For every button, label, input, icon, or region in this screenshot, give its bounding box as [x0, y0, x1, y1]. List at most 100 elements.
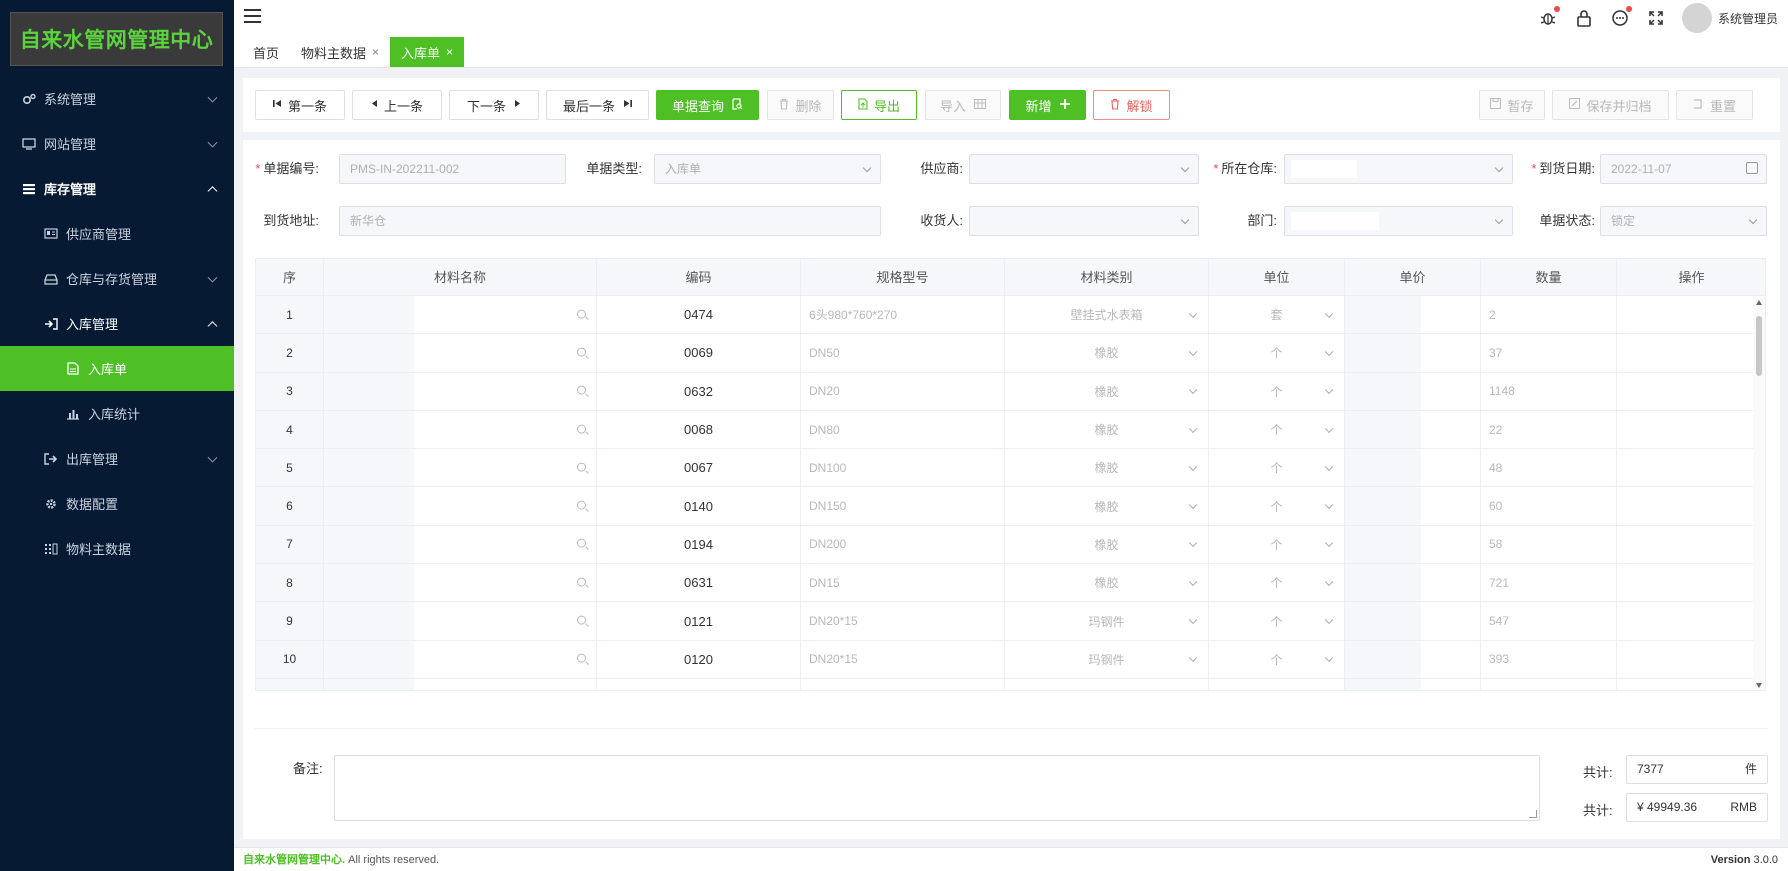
- doc-type-select[interactable]: 入库单: [654, 154, 881, 184]
- export-button[interactable]: 导出: [841, 90, 917, 120]
- import-button[interactable]: 导入: [925, 90, 1001, 120]
- resize-handle-icon[interactable]: [1529, 810, 1537, 818]
- cell-unit[interactable]: 个: [1209, 564, 1345, 602]
- cell-material-name[interactable]: [324, 678, 597, 690]
- menu-toggle-icon[interactable]: [244, 9, 261, 24]
- cell-unit[interactable]: 个: [1209, 410, 1345, 449]
- cell-category[interactable]: 橡胶: [1005, 525, 1209, 564]
- cell-unit[interactable]: 个: [1209, 487, 1345, 525]
- user-name[interactable]: 系统管理员: [1718, 10, 1778, 27]
- cell-unit[interactable]: 个: [1209, 334, 1345, 372]
- cell-qty[interactable]: 58: [1481, 525, 1617, 564]
- cell-price[interactable]: [1345, 372, 1481, 410]
- cell-material-name[interactable]: [324, 372, 597, 410]
- supplier-select[interactable]: [969, 154, 1199, 184]
- receiver-select[interactable]: [969, 206, 1199, 236]
- cell-unit[interactable]: 个: [1209, 449, 1345, 487]
- cell-qty[interactable]: 484: [1481, 678, 1617, 690]
- chat-icon[interactable]: [1610, 6, 1632, 28]
- search-icon[interactable]: [577, 615, 586, 625]
- scroll-thumb[interactable]: [1756, 316, 1762, 376]
- cell-price[interactable]: [1345, 564, 1481, 602]
- cell-category[interactable]: 橡胶: [1005, 449, 1209, 487]
- sidebar-item-supplier[interactable]: 供应商管理: [0, 211, 234, 256]
- cell-material-name[interactable]: [324, 602, 597, 640]
- cell-qty[interactable]: 547: [1481, 602, 1617, 640]
- tab-home[interactable]: 首页: [242, 37, 290, 67]
- cell-price[interactable]: [1345, 640, 1481, 678]
- cell-qty[interactable]: 721: [1481, 564, 1617, 602]
- last-record-button[interactable]: 最后一条: [546, 90, 649, 120]
- cell-material-name[interactable]: [324, 334, 597, 372]
- sidebar-item-data-config[interactable]: 数据配置: [0, 481, 234, 526]
- fullscreen-icon[interactable]: [1646, 8, 1666, 28]
- search-icon[interactable]: [577, 385, 586, 395]
- prev-record-button[interactable]: 上一条: [352, 90, 442, 120]
- cell-unit[interactable]: 个: [1209, 640, 1345, 678]
- cell-qty[interactable]: 2: [1481, 296, 1617, 334]
- cell-category[interactable]: 橡胶: [1005, 564, 1209, 602]
- status-select[interactable]: 锁定: [1600, 206, 1767, 236]
- cell-category[interactable]: 橡胶: [1005, 410, 1209, 449]
- sidebar-item-inbound[interactable]: 入库管理: [0, 301, 234, 346]
- cell-category[interactable]: 橡胶: [1005, 334, 1209, 372]
- cell-material-name[interactable]: [324, 410, 597, 449]
- sidebar-item-warehouse[interactable]: 仓库与存货管理: [0, 256, 234, 301]
- save-archive-button[interactable]: 保存并归档: [1552, 90, 1669, 120]
- cell-category[interactable]: 玛钢件: [1005, 640, 1209, 678]
- cell-category[interactable]: 橡胶: [1005, 372, 1209, 410]
- cell-qty[interactable]: 393: [1481, 640, 1617, 678]
- delete-button[interactable]: 删除: [767, 90, 834, 120]
- remark-textarea[interactable]: [334, 755, 1540, 821]
- close-icon[interactable]: ×: [446, 45, 453, 59]
- cell-material-name[interactable]: [324, 564, 597, 602]
- cell-material-name[interactable]: [324, 449, 597, 487]
- cell-price[interactable]: [1345, 449, 1481, 487]
- cell-qty[interactable]: 48: [1481, 449, 1617, 487]
- dept-select[interactable]: [1284, 206, 1513, 236]
- cell-unit[interactable]: 个: [1209, 525, 1345, 564]
- doc-query-button[interactable]: 单据查询: [656, 90, 759, 120]
- tab-inbound-doc[interactable]: 入库单 ×: [390, 37, 465, 67]
- cell-qty[interactable]: 37: [1481, 334, 1617, 372]
- search-icon[interactable]: [577, 424, 586, 434]
- search-icon[interactable]: [577, 539, 586, 549]
- cell-qty[interactable]: 1148: [1481, 372, 1617, 410]
- sidebar-item-outbound[interactable]: 出库管理: [0, 436, 234, 481]
- cell-category[interactable]: 壁挂式水表箱: [1005, 296, 1209, 334]
- cell-material-name[interactable]: [324, 525, 597, 564]
- search-icon[interactable]: [577, 577, 586, 587]
- search-icon[interactable]: [577, 500, 586, 510]
- scroll-down-icon[interactable]: [1756, 683, 1762, 688]
- cell-unit[interactable]: 个: [1209, 678, 1345, 690]
- cell-price[interactable]: [1345, 525, 1481, 564]
- avatar[interactable]: [1681, 3, 1712, 33]
- cell-qty[interactable]: 22: [1481, 410, 1617, 449]
- temp-save-button[interactable]: 暂存: [1479, 90, 1545, 120]
- bug-icon[interactable]: [1538, 6, 1560, 28]
- cell-price[interactable]: [1345, 678, 1481, 690]
- cell-price[interactable]: [1345, 410, 1481, 449]
- warehouse-select[interactable]: [1284, 154, 1513, 184]
- cell-unit[interactable]: 套: [1209, 296, 1345, 334]
- sidebar-item-website[interactable]: 网站管理: [0, 121, 234, 166]
- cell-price[interactable]: [1345, 334, 1481, 372]
- tab-material-master[interactable]: 物料主数据 ×: [290, 37, 390, 67]
- reset-button[interactable]: 重置: [1676, 90, 1753, 120]
- lock-icon[interactable]: [1574, 8, 1594, 28]
- cell-category[interactable]: 玛钢件: [1005, 602, 1209, 640]
- cell-price[interactable]: [1345, 487, 1481, 525]
- unlock-button[interactable]: 解锁: [1093, 90, 1170, 120]
- cell-unit[interactable]: 个: [1209, 372, 1345, 410]
- search-icon[interactable]: [577, 309, 586, 319]
- cell-price[interactable]: [1345, 602, 1481, 640]
- sidebar-item-material[interactable]: 物料主数据: [0, 526, 234, 571]
- sidebar-item-inbound-stats[interactable]: 入库统计: [0, 391, 234, 436]
- scroll-up-icon[interactable]: [1756, 300, 1762, 305]
- cell-material-name[interactable]: [324, 640, 597, 678]
- table-scrollbar[interactable]: [1753, 296, 1765, 690]
- cell-category[interactable]: 橡胶: [1005, 487, 1209, 525]
- sidebar-item-system[interactable]: 系统管理: [0, 76, 234, 121]
- search-icon[interactable]: [577, 347, 586, 357]
- address-field[interactable]: 新华仓: [339, 206, 881, 236]
